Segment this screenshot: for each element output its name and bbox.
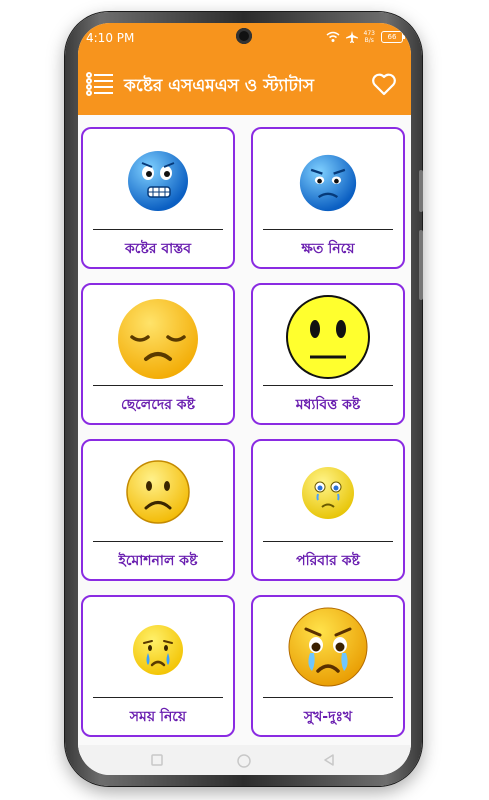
back-icon[interactable]: [322, 753, 336, 767]
home-icon[interactable]: [236, 753, 252, 769]
status-icons: 473 B/s 66: [326, 30, 405, 44]
category-label: কষ্টের বাস্তব: [124, 241, 192, 257]
heart-outline-icon[interactable]: [371, 71, 397, 97]
neutral-face-icon: [286, 295, 370, 379]
card-divider: [263, 385, 393, 386]
teary-face-icon: [302, 467, 354, 519]
category-card[interactable]: মধ্যবিত্ত কষ্ট: [251, 283, 405, 425]
category-label: সময় নিয়ে: [129, 709, 187, 725]
recent-apps-icon[interactable]: [150, 753, 164, 767]
category-card[interactable]: ছেলেদের কষ্ট: [81, 283, 235, 425]
app-bar: কষ্টের এসএমএস ও স্ট্যাটাস: [78, 53, 411, 115]
phone-screen: 4:10 PM 473 B/s 66 কষ্টের এসএমএস ও স্ট্য…: [78, 23, 411, 775]
app-title: কষ্টের এসএমএস ও স্ট্যাটাস: [124, 76, 314, 96]
category-card[interactable]: সুখ-দুঃখ: [251, 595, 405, 737]
volume-button: [419, 170, 423, 212]
category-card[interactable]: পরিবার কষ্ট: [251, 439, 405, 581]
status-bar: 4:10 PM 473 B/s 66: [78, 23, 411, 53]
card-divider: [263, 697, 393, 698]
front-camera: [236, 28, 252, 44]
card-divider: [93, 385, 223, 386]
category-label: মধ্যবিত্ত কষ্ট: [295, 397, 361, 413]
airplane-mode-icon: [345, 31, 358, 43]
category-card[interactable]: ক্ষত নিয়ে: [251, 127, 405, 269]
category-card[interactable]: ইমোশনাল কষ্ট: [81, 439, 235, 581]
category-card[interactable]: সময় নিয়ে: [81, 595, 235, 737]
card-divider: [93, 697, 223, 698]
battery-icon: 66: [381, 31, 405, 43]
system-nav-bar: [78, 745, 411, 775]
category-label: ইমোশনাল কষ্ট: [118, 553, 198, 569]
network-speed-unit: B/s: [364, 37, 374, 44]
status-time: 4:10 PM: [86, 31, 135, 45]
card-divider: [263, 229, 393, 230]
worried-blue-face-icon: [299, 154, 357, 212]
power-button: [419, 230, 423, 300]
card-divider: [93, 229, 223, 230]
category-card[interactable]: কষ্টের বাস্তব: [81, 127, 235, 269]
sobbing-face-icon: [288, 607, 368, 687]
battery-level: 66: [387, 33, 397, 41]
list-menu-icon[interactable]: [86, 71, 114, 97]
category-label: ছেলেদের কষ্ট: [121, 397, 195, 413]
disappointed-face-icon: [118, 299, 198, 379]
category-grid: কষ্টের বাস্তব ক্ষত নিয়ে ছেলেদের কষ্ট মধ…: [78, 115, 411, 755]
category-label: পরিবার কষ্ট: [296, 553, 360, 569]
frowning-face-icon: [126, 460, 190, 524]
network-speed-value: 473: [363, 30, 375, 37]
category-label: সুখ-দুঃখ: [303, 709, 353, 725]
category-label: ক্ষত নিয়ে: [301, 241, 355, 257]
crying-face-icon: [133, 625, 183, 675]
card-divider: [263, 541, 393, 542]
network-speed: 473 B/s: [364, 30, 375, 44]
grimacing-blue-face-icon: [128, 151, 188, 211]
wifi-icon: [326, 31, 340, 42]
card-divider: [93, 541, 223, 542]
